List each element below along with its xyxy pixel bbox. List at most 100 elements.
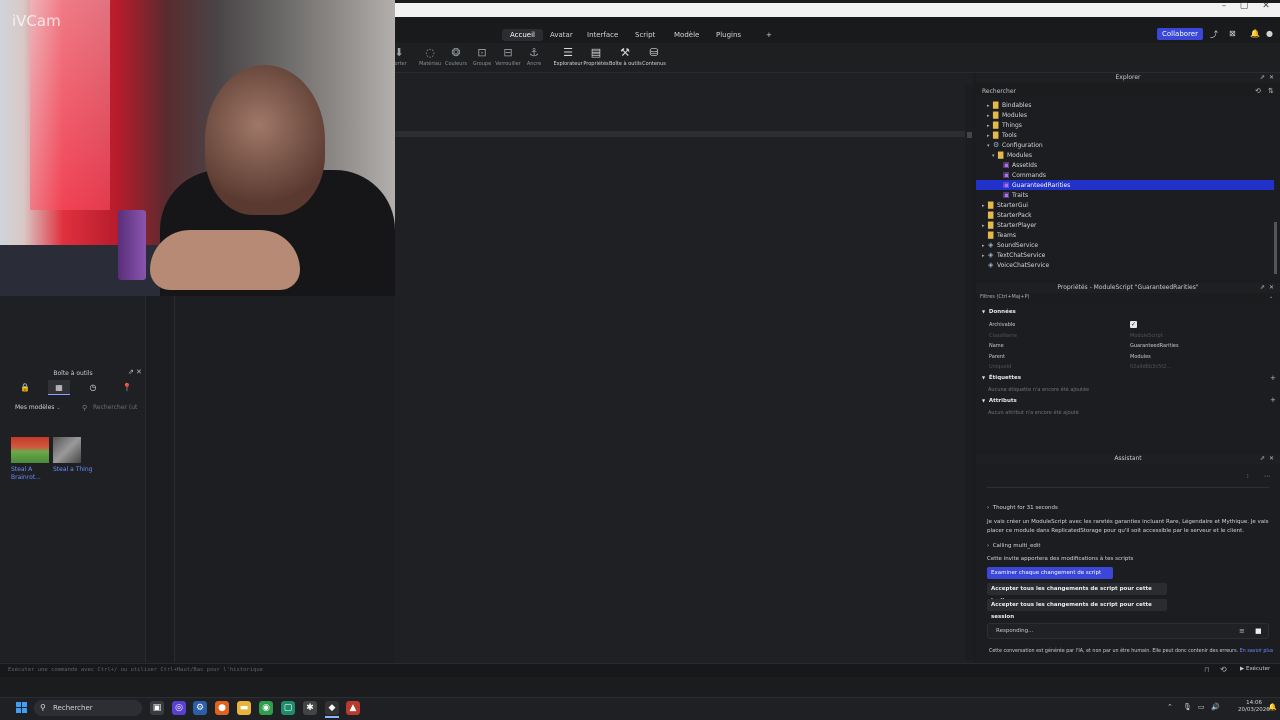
explorer-item[interactable]: ▾ ⚙ Configuration [976, 140, 1274, 150]
explorer-item[interactable]: ◈ VoiceChatService [976, 260, 1274, 270]
discord-icon[interactable]: ◎ [172, 701, 186, 715]
explorer-item[interactable]: ▣ Traits [976, 190, 1274, 200]
toolbox-category-select[interactable]: Mes modèles ⌄ [11, 402, 73, 414]
explorer-item[interactable]: ▇ StarterPack [976, 210, 1274, 220]
pin-icon[interactable]: ⫶ [1247, 473, 1249, 481]
vpn-icon[interactable]: ✱ [303, 701, 317, 715]
chrome-icon[interactable]: ◉ [259, 701, 273, 715]
name-value-field[interactable]: GuaranteedRarities [1130, 343, 1179, 349]
close-icon[interactable]: ✕ [1269, 284, 1274, 291]
close-icon[interactable]: ✕ [1269, 455, 1274, 462]
explorer-search-input[interactable]: Rechercher [976, 86, 1280, 97]
task-view-icon[interactable]: ▣ [150, 701, 164, 715]
section-data[interactable]: ▼ Données [982, 309, 1016, 315]
tab-interface[interactable]: Interface [579, 29, 626, 41]
add-tab-button[interactable]: + [758, 29, 780, 41]
tab-creations[interactable]: 📍 [116, 380, 138, 395]
notification-icon[interactable]: 🔔 [1268, 703, 1277, 711]
execute-button[interactable]: ▶ Exécuter [1240, 666, 1270, 672]
add-attribute-button[interactable]: + [1270, 396, 1276, 404]
calling-toggle[interactable]: › Calling multi_edit [987, 542, 1269, 551]
explorer-item[interactable]: ▸ ▇ Modules [976, 110, 1274, 120]
history-icon[interactable]: ⟲ [1255, 87, 1261, 95]
close-icon[interactable]: ✕ [136, 368, 142, 376]
undock-icon[interactable]: ⇗ [128, 368, 134, 376]
share-icon[interactable]: ⤴ [1210, 29, 1218, 40]
chevron-up-icon[interactable]: ⌃ [1167, 703, 1173, 711]
viewport-scroll-thumb[interactable] [967, 132, 972, 138]
bookmark-icon[interactable]: ⊓ [1204, 666, 1209, 674]
folder-icon[interactable]: ▬ [237, 701, 251, 715]
viewport[interactable] [395, 73, 973, 663]
explorer-item[interactable]: ▣ AssetIds [976, 160, 1274, 170]
command-input[interactable]: Exécuter une commande avec Ctrl+/ ou uti… [8, 667, 263, 673]
undock-icon[interactable]: ⇗ [1260, 284, 1265, 291]
undock-icon[interactable]: ⇗ [1260, 455, 1265, 462]
parent-value-field[interactable]: Modules [1130, 354, 1151, 360]
model-item[interactable]: Steal a Thing [53, 437, 93, 474]
anchor-button[interactable]: ⚓ Ancre [518, 46, 550, 67]
stop-button[interactable]: ■ [1255, 627, 1262, 635]
microphone-icon[interactable]: 🎙 [1183, 703, 1192, 711]
tab-recent[interactable]: ◷ [82, 380, 104, 395]
avatar[interactable]: ● [1266, 29, 1273, 38]
explorer-item[interactable]: ▸ ▇ Bindables [976, 100, 1274, 110]
explorer-item[interactable]: ▸ ◈ TextChatService [976, 250, 1274, 260]
close-icon[interactable]: ✕ [1269, 74, 1274, 81]
review-changes-button[interactable]: Examiner chaque changement de script [987, 567, 1113, 579]
collaborate-button[interactable]: Collaborer [1157, 28, 1203, 40]
windows-start-icon[interactable] [16, 702, 28, 714]
explorer-item[interactable]: ▸ ▇ Things [976, 120, 1274, 130]
minimize-button[interactable]: – [1214, 1, 1234, 11]
taskbar-clock[interactable]: 14:06 20/03/2026 [1238, 700, 1270, 714]
firefox-icon[interactable]: ● [215, 701, 229, 715]
maximize-button[interactable]: ▢ [1234, 1, 1254, 11]
explorer-item[interactable]: ▣ Commands [976, 170, 1274, 180]
recorder-icon[interactable]: ▲ [346, 701, 360, 715]
viewport-scrollbar[interactable] [965, 85, 973, 660]
tab-avatar[interactable]: Avatar [542, 29, 581, 41]
explorer-scrollbar[interactable] [1274, 222, 1277, 274]
tab-plugins[interactable]: Plugins [708, 29, 749, 41]
explorer-item[interactable]: ▇ Teams [976, 230, 1274, 240]
volume-icon[interactable]: 🔊 [1211, 703, 1220, 711]
tab-marketplace[interactable]: ▦ [48, 380, 70, 395]
chevron-down-icon[interactable]: ⌄ [1269, 294, 1273, 300]
tab-script[interactable]: Script [627, 29, 663, 41]
properties-filter-input[interactable]: Filtres (Ctrl+Maj+P) [980, 294, 1029, 300]
grid-icon[interactable]: ⊠ [1229, 29, 1236, 38]
terminal-icon[interactable]: ▢ [281, 701, 295, 715]
explorer-item[interactable]: ▸ ▇ Tools [976, 130, 1274, 140]
bell-icon[interactable]: 🔔 [1250, 29, 1260, 38]
section-tags[interactable]: ▼ Étiquettes [982, 375, 1021, 381]
settings-sliders-icon[interactable]: ≡ [1239, 627, 1245, 635]
settings-icon[interactable]: ⚙ [193, 701, 207, 715]
roblox-studio-icon[interactable]: ◆ [325, 701, 339, 715]
accept-session-button[interactable]: Accepter tous les changements de script … [987, 599, 1167, 620]
explorer-item[interactable]: ▣ GuaranteedRarities [976, 180, 1274, 190]
undock-icon[interactable]: ⇗ [1260, 74, 1265, 81]
tab-modele[interactable]: Modèle [666, 29, 707, 41]
archivable-checkbox[interactable]: ✓ [1130, 321, 1137, 328]
content-button[interactable]: ⛁ Contenus [638, 46, 670, 67]
accept-prompt-button[interactable]: Accepter tous les changements de script … [987, 583, 1167, 604]
taskbar-search[interactable]: ⚲ Rechercher [34, 700, 142, 716]
thought-toggle[interactable]: › Thought for 31 seconds [987, 504, 1269, 513]
toolbox-button[interactable]: ⚒ Boîte à outils [609, 46, 642, 67]
more-icon[interactable]: ⋯ [1264, 473, 1270, 480]
monitor-icon[interactable]: ▭ [1198, 703, 1205, 711]
explorer-item[interactable]: ▸ ▇ StarterPlayer [976, 220, 1274, 230]
model-item[interactable]: Steal A Brainrot... [11, 437, 51, 482]
learn-more-link[interactable]: En savoir plus [1240, 649, 1274, 654]
explorer-item[interactable]: ▸ ◈ SoundService [976, 240, 1274, 250]
explorer-item[interactable]: ▾ ▇ Modules [976, 150, 1274, 160]
section-attributes[interactable]: ▼ Attributs [982, 398, 1017, 404]
toolbox-search-input[interactable]: ⚲ Rechercher (ut [80, 402, 143, 414]
filter-icon[interactable]: ⇅ [1268, 87, 1274, 95]
history-icon[interactable]: ⟲ [1220, 665, 1227, 674]
properties-button[interactable]: ▤ Propriétés [580, 46, 612, 67]
close-window-button[interactable]: ✕ [1256, 1, 1276, 11]
tab-accueil[interactable]: Accueil [502, 29, 543, 41]
explorer-item[interactable]: ▸ ▇ StarterGui [976, 200, 1274, 210]
tab-inventory[interactable]: 🔒 [14, 380, 36, 395]
